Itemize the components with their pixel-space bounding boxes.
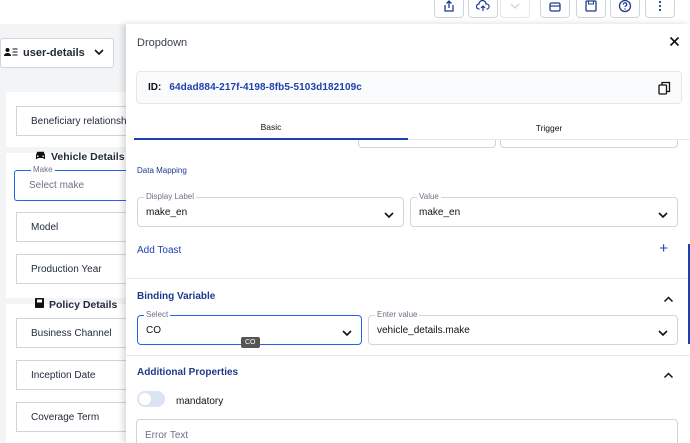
field-label: Beneficiary relationship <box>31 115 135 127</box>
copy-icon <box>658 81 671 95</box>
close-icon <box>669 36 680 47</box>
business-channel-field[interactable]: Business Channel <box>16 318 140 348</box>
user-select-label: user-details <box>23 47 85 59</box>
add-toast-label: Add Toast <box>137 245 182 256</box>
inception-date-field[interactable]: Inception Date <box>16 360 140 390</box>
more-icon <box>658 0 662 12</box>
binding-variable-title: Binding Variable <box>137 291 216 302</box>
value-value: make_en <box>419 207 461 218</box>
divider <box>126 355 690 356</box>
panel-tabs: Basic Trigger <box>134 116 690 140</box>
toggle-knob <box>139 393 151 405</box>
value-title: Value <box>417 192 441 201</box>
select-title: Select <box>144 310 171 319</box>
field-label: Model <box>31 221 59 233</box>
section-title-text: Vehicle Details <box>51 151 125 163</box>
save-icon <box>585 0 597 12</box>
make-placeholder: Select make <box>29 180 85 191</box>
panel-button[interactable] <box>540 0 570 18</box>
enter-value-value: vehicle_details.make <box>377 325 470 336</box>
error-text-placeholder: Error Text <box>145 430 189 441</box>
user-list-icon <box>4 47 18 60</box>
panel-icon <box>549 2 561 12</box>
chevron-down-icon <box>657 325 669 343</box>
production-year-field[interactable]: Production Year <box>16 254 140 284</box>
field-label: Coverage Term <box>31 411 100 423</box>
display-label-select[interactable]: Display Label make_en <box>137 192 404 227</box>
upload-button[interactable] <box>468 0 498 18</box>
additional-properties-title: Additional Properties <box>137 367 239 378</box>
field-label: Inception Date <box>31 369 96 381</box>
cloud-upload-icon <box>476 0 490 11</box>
copy-id-button[interactable] <box>658 81 671 98</box>
enter-value-title: Enter value <box>375 310 420 319</box>
section-title-text: Policy Details <box>49 298 118 311</box>
data-mapping-label: Data Mapping <box>137 166 187 175</box>
divider <box>126 278 690 279</box>
top-toolbar <box>0 0 690 24</box>
collapse-additional-button[interactable] <box>663 367 674 385</box>
vehicle-details-title: Vehicle Details <box>34 150 125 164</box>
user-details-select[interactable]: user-details <box>0 38 114 68</box>
mandatory-label: mandatory <box>176 396 224 407</box>
select-tooltip: CO <box>241 337 260 348</box>
collapsed-field-edge <box>500 140 678 148</box>
panel-title: Dropdown <box>137 37 188 49</box>
close-button[interactable] <box>669 34 680 50</box>
chevron-down-icon <box>657 207 669 225</box>
dropdown-properties-panel: Dropdown ID: 64dad884-217f-4198-8fb5-510… <box>126 24 690 443</box>
chevron-down-icon <box>383 207 395 225</box>
chevron-down-icon <box>341 325 353 343</box>
beneficiary-relationship-field[interactable]: Beneficiary relationship <box>16 106 140 136</box>
collapsed-field-edge <box>358 140 496 148</box>
car-icon <box>34 150 47 164</box>
upload-options-button[interactable] <box>500 0 530 18</box>
book-icon <box>34 297 45 312</box>
make-select[interactable]: Make Select make <box>14 165 140 201</box>
chevron-down-icon <box>510 3 520 9</box>
select-value: CO <box>146 325 161 336</box>
share-icon <box>444 0 454 12</box>
id-label: ID: <box>148 82 162 93</box>
model-field[interactable]: Model <box>16 212 140 242</box>
policy-details-title: Policy Details <box>34 297 117 312</box>
tab-trigger[interactable]: Trigger <box>408 116 690 140</box>
help-button[interactable] <box>610 0 640 18</box>
component-id-box: ID: 64dad884-217f-4198-8fb5-5103d182109c <box>136 71 682 104</box>
field-label: Business Channel <box>31 327 112 339</box>
id-value: 64dad884-217f-4198-8fb5-5103d182109c <box>169 82 362 93</box>
plus-icon: + <box>659 240 668 257</box>
more-button[interactable] <box>645 0 675 18</box>
make-label: Make <box>31 165 55 174</box>
tab-basic[interactable]: Basic <box>134 116 408 140</box>
coverage-term-field[interactable]: Coverage Term <box>16 402 140 432</box>
error-text-input[interactable]: Error Text <box>136 419 678 443</box>
add-toast-button[interactable]: + <box>659 240 668 257</box>
value-select[interactable]: Value make_en <box>410 192 678 227</box>
display-label-value: make_en <box>146 207 188 218</box>
share-button[interactable] <box>434 0 464 18</box>
mandatory-toggle[interactable] <box>137 391 165 407</box>
chevron-up-icon <box>663 372 674 379</box>
collapse-binding-button[interactable] <box>663 291 674 309</box>
help-icon <box>618 0 632 13</box>
save-button[interactable] <box>576 0 606 18</box>
enter-value-select[interactable]: Enter value vehicle_details.make <box>368 310 678 345</box>
chevron-down-icon <box>93 47 105 60</box>
field-label: Production Year <box>31 263 102 275</box>
chevron-up-icon <box>663 296 674 303</box>
display-label-title: Display Label <box>144 192 197 201</box>
